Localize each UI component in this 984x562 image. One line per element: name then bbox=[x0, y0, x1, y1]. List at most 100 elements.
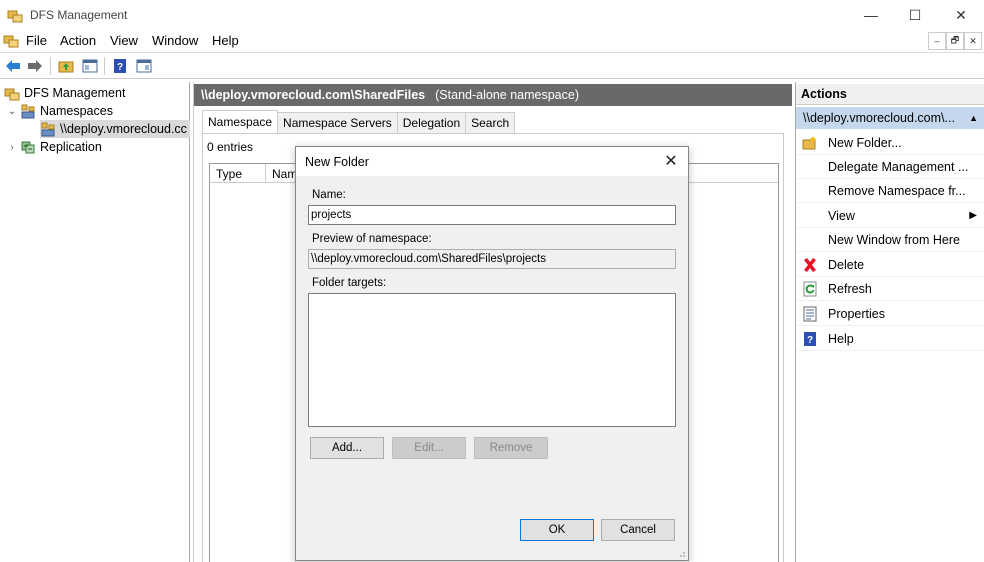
tree-item-replication[interactable]: › Replication bbox=[6, 138, 102, 156]
action-label: Remove Namespace fr... bbox=[828, 183, 966, 198]
mdi-window-controls: – 🗗 ✕ bbox=[928, 32, 982, 50]
folder-targets-list[interactable] bbox=[308, 293, 676, 427]
action-label: New Folder... bbox=[828, 135, 902, 150]
menu-file[interactable]: File bbox=[26, 33, 47, 48]
toolbar: ? bbox=[0, 52, 984, 79]
action-label: New Window from Here bbox=[828, 232, 960, 247]
menu-bar: File Action View Window Help – 🗗 ✕ bbox=[0, 30, 984, 52]
add-target-button[interactable]: Add... bbox=[310, 437, 384, 459]
action-new-window[interactable]: New Window from Here bbox=[796, 228, 984, 252]
tree-item-namespace[interactable]: \\deploy.vmorecloud.cc bbox=[40, 120, 190, 138]
svg-text:?: ? bbox=[807, 335, 813, 346]
toolbar-separator bbox=[50, 57, 51, 75]
dfs-management-icon bbox=[4, 88, 20, 101]
action-properties[interactable]: Properties bbox=[796, 302, 984, 326]
show-hide-tree-button[interactable] bbox=[80, 56, 100, 76]
back-button[interactable] bbox=[3, 56, 23, 76]
mdi-close-button[interactable]: ✕ bbox=[964, 32, 982, 50]
action-new-folder[interactable]: New Folder... bbox=[796, 131, 984, 155]
action-help[interactable]: ? Help bbox=[796, 327, 984, 351]
actions-pane: Actions \\deploy.vmorecloud.com\... ▲ Ne… bbox=[795, 82, 984, 562]
menu-window[interactable]: Window bbox=[152, 33, 198, 48]
collapse-up-icon[interactable]: ▲ bbox=[969, 113, 978, 123]
back-arrow-icon bbox=[6, 60, 20, 72]
svg-text:?: ? bbox=[117, 62, 123, 73]
action-remove-namespace[interactable]: Remove Namespace fr... bbox=[796, 179, 984, 203]
tab-namespace-servers[interactable]: Namespace Servers bbox=[277, 112, 398, 133]
ok-button[interactable]: OK bbox=[520, 519, 594, 541]
tree-item-label: Replication bbox=[40, 140, 102, 154]
tree-item-label: DFS Management bbox=[24, 86, 126, 100]
action-view[interactable]: View ▶ bbox=[796, 204, 984, 228]
column-type[interactable]: Type bbox=[210, 164, 266, 183]
close-window-button[interactable]: ✕ bbox=[938, 0, 984, 30]
show-hide-action-pane-button[interactable] bbox=[134, 56, 154, 76]
details-header: \\deploy.vmorecloud.com\SharedFiles (Sta… bbox=[194, 84, 792, 106]
up-one-level-button[interactable] bbox=[56, 56, 76, 76]
minimize-button[interactable]: — bbox=[848, 0, 894, 30]
tab-namespace[interactable]: Namespace bbox=[202, 110, 279, 133]
delete-icon bbox=[802, 257, 818, 273]
tree-item-dfs-management[interactable]: DFS Management bbox=[4, 84, 125, 102]
resize-grip-icon[interactable] bbox=[676, 548, 686, 558]
dialog-title-bar: New Folder ✕ bbox=[296, 147, 688, 176]
help-toolbar-button[interactable]: ? bbox=[110, 56, 130, 76]
menu-view[interactable]: View bbox=[110, 33, 138, 48]
tree-item-namespaces[interactable]: ⌄ Namespaces bbox=[6, 102, 113, 120]
name-label: Name: bbox=[312, 189, 346, 201]
window-title: DFS Management bbox=[30, 8, 128, 22]
refresh-icon bbox=[802, 281, 818, 297]
action-pane-icon bbox=[136, 59, 152, 73]
toolbar-separator bbox=[104, 57, 105, 75]
dialog-close-icon[interactable]: ✕ bbox=[662, 152, 680, 170]
mdi-minimize-button[interactable]: – bbox=[928, 32, 946, 50]
tree-item-label: \\deploy.vmorecloud.cc bbox=[60, 122, 187, 136]
title-bar: DFS Management — ☐ ✕ bbox=[0, 0, 984, 30]
action-delete[interactable]: Delete bbox=[796, 253, 984, 277]
action-label: Delegate Management ... bbox=[828, 159, 969, 174]
replication-icon bbox=[21, 141, 35, 154]
folder-up-icon bbox=[58, 61, 74, 73]
forward-arrow-icon bbox=[28, 60, 42, 72]
maximize-button[interactable]: ☐ bbox=[892, 0, 938, 30]
action-label: View bbox=[828, 208, 855, 223]
dfs-app-icon bbox=[7, 10, 23, 23]
namespace-preview-field: \\deploy.vmorecloud.com\SharedFiles\proj… bbox=[308, 249, 676, 269]
chevron-down-icon[interactable]: ⌄ bbox=[6, 106, 18, 117]
cancel-button[interactable]: Cancel bbox=[601, 519, 675, 541]
tab-delegation[interactable]: Delegation bbox=[396, 112, 467, 133]
namespace-server-icon bbox=[41, 122, 55, 137]
properties-icon bbox=[802, 306, 818, 322]
action-label: Delete bbox=[828, 257, 865, 272]
console-tree-icon bbox=[82, 59, 98, 73]
submenu-arrow-icon: ▶ bbox=[969, 210, 977, 221]
dialog-title: New Folder bbox=[305, 154, 369, 169]
console-icon[interactable] bbox=[3, 32, 19, 48]
action-label: Properties bbox=[828, 306, 885, 321]
menu-action[interactable]: Action bbox=[60, 33, 96, 48]
forward-button[interactable] bbox=[25, 56, 45, 76]
chevron-right-icon[interactable]: › bbox=[6, 142, 18, 153]
actions-group-header[interactable]: \\deploy.vmorecloud.com\... ▲ bbox=[796, 107, 984, 129]
folder-name-input[interactable] bbox=[308, 205, 676, 225]
remove-target-button[interactable]: Remove bbox=[474, 437, 548, 459]
help-icon: ? bbox=[114, 59, 126, 73]
mdi-restore-button[interactable]: 🗗 bbox=[946, 32, 964, 50]
preview-label: Preview of namespace: bbox=[312, 233, 432, 245]
tab-strip: Namespace Namespace Servers Delegation S… bbox=[202, 110, 516, 133]
action-label: Help bbox=[828, 331, 854, 346]
actions-title: Actions bbox=[796, 84, 984, 105]
help-icon: ? bbox=[802, 331, 818, 347]
menu-help[interactable]: Help bbox=[212, 33, 239, 48]
actions-group-label: \\deploy.vmorecloud.com\... bbox=[803, 111, 955, 125]
action-delegate-management[interactable]: Delegate Management ... bbox=[796, 155, 984, 179]
action-refresh[interactable]: Refresh bbox=[796, 277, 984, 301]
new-folder-dialog: New Folder ✕ Name: Preview of namespace:… bbox=[295, 146, 689, 561]
action-label: Refresh bbox=[828, 281, 872, 296]
new-folder-icon bbox=[802, 135, 818, 151]
folder-targets-label: Folder targets: bbox=[312, 277, 387, 289]
edit-target-button[interactable]: Edit... bbox=[392, 437, 466, 459]
entries-count: 0 entries bbox=[207, 140, 254, 154]
console-tree: DFS Management ⌄ Namespaces \\deploy.vmo… bbox=[0, 82, 190, 562]
tab-search[interactable]: Search bbox=[465, 112, 516, 133]
